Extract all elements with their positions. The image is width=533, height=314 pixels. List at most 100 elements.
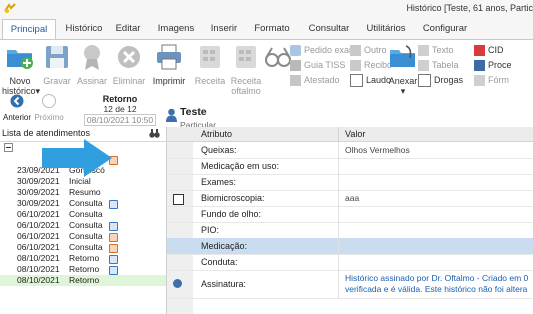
appointment-row[interactable]: 08/10/2021 Retorno <box>0 253 166 264</box>
flask-icon <box>290 45 301 57</box>
cid-button[interactable]: CID <box>474 44 504 57</box>
appointment-date: 30/09/2021 <box>17 176 60 186</box>
attribute-name: Fundo de olho: <box>201 209 262 219</box>
appointment-row[interactable]: 06/10/2021 Consulta <box>0 220 166 231</box>
delete-button[interactable]: Eliminar <box>110 42 148 92</box>
appointment-row[interactable]: 08/10/2021 Retorno <box>0 275 166 286</box>
attribute-name: PIO: <box>201 225 220 235</box>
tab-consultar[interactable]: Consultar <box>302 19 356 39</box>
attribute-row[interactable]: Assinatura: Histórico assinado por Dr. Of… <box>167 270 533 299</box>
drugs-button[interactable]: Drogas <box>418 74 464 88</box>
report-icon <box>350 74 363 88</box>
binoculars-icon[interactable] <box>149 128 160 139</box>
next-button[interactable]: Próximo <box>34 94 64 122</box>
appointment-row[interactable]: 30/09/2021 Consulta <box>0 198 166 209</box>
glasses-icon <box>265 47 291 67</box>
attribute-row[interactable]: Medicação: <box>167 238 533 255</box>
new-history-button[interactable]: Novo histórico▾ <box>2 42 40 96</box>
formula-button[interactable]: Fórm <box>474 74 509 87</box>
appointment-type: Consulta <box>69 231 103 241</box>
appointment-date: 30/09/2021 <box>17 198 60 208</box>
tab-principal[interactable]: Principal <box>2 19 56 40</box>
tree-collapse-icon[interactable] <box>4 143 13 152</box>
attribute-row[interactable]: Fundo de olho: <box>167 206 533 223</box>
save-icon <box>46 46 68 68</box>
certificate-label: Atestado <box>304 75 340 85</box>
text-button[interactable]: Texto <box>418 44 454 57</box>
attach-button[interactable]: Anexar ▾ <box>386 42 420 96</box>
tab-utilitarios[interactable]: Utilitários <box>358 19 414 39</box>
attribute-row[interactable]: Queixas: Olhos Vermelhos <box>167 142 533 159</box>
formula-icon <box>474 75 485 87</box>
ophtho-prescription-label-2: oftalmo <box>231 86 261 96</box>
prescription-label: Receita <box>194 76 226 86</box>
formula-label: Fórm <box>488 75 509 85</box>
tab-inserir[interactable]: Inserir <box>204 19 244 39</box>
certificate-button[interactable]: Atestado <box>290 74 340 87</box>
exam-request-button[interactable]: Pedido exam <box>290 44 357 57</box>
tiss-icon <box>290 60 301 72</box>
glasses-button[interactable] <box>265 42 291 78</box>
appointment-date: 06/10/2021 <box>17 220 60 230</box>
tab-configurar[interactable]: Configurar <box>416 19 474 39</box>
tiss-guide-label: Guia TISS <box>304 60 346 70</box>
report-button[interactable]: Laudo <box>350 74 391 88</box>
appointment-status-icon <box>109 200 118 209</box>
appointment-row[interactable]: 30/09/2021 Inicial <box>0 176 166 187</box>
record-timestamp: 08/10/2021 10:50 <box>83 114 157 126</box>
appointment-status-icon <box>109 244 118 253</box>
attribute-name: Biomicroscopia: <box>201 193 265 203</box>
appointment-row[interactable]: 06/10/2021 Consulta <box>0 209 166 220</box>
appointment-row[interactable]: 30/09/2021 Resumo <box>0 187 166 198</box>
appointment-row[interactable]: 08/10/2021 Retorno <box>0 264 166 275</box>
other-button[interactable]: Outro <box>350 44 387 57</box>
app-logo-icon <box>4 3 16 13</box>
attribute-value: Olhos Vermelhos <box>345 145 410 155</box>
appointment-row[interactable]: 06/10/2021 Consulta <box>0 242 166 253</box>
appointment-date: 06/10/2021 <box>17 209 60 219</box>
print-button[interactable]: Imprimir <box>148 42 190 92</box>
attribute-row[interactable]: Medicação em uso: <box>167 158 533 175</box>
tab-historico[interactable]: Histórico <box>58 19 110 39</box>
attributes-table-header: Atributo Valor <box>167 127 533 142</box>
procedure-button[interactable]: Proce <box>474 59 512 72</box>
previous-label: Anterior <box>2 113 31 122</box>
delete-label: Eliminar <box>112 76 146 86</box>
save-button[interactable]: Gravar <box>40 42 74 92</box>
attribute-row[interactable]: Biomicroscopia: aaa <box>167 190 533 207</box>
prescription-button[interactable]: Receita <box>192 42 228 92</box>
table-icon <box>418 60 429 72</box>
award-ribbon-icon <box>84 45 100 70</box>
previous-button[interactable]: Anterior <box>2 94 32 122</box>
tab-formato[interactable]: Formato <box>248 19 296 39</box>
attribute-row[interactable]: Exames: <box>167 174 533 191</box>
attribute-value: aaa <box>345 193 360 203</box>
prescription-grid-icon <box>200 46 220 68</box>
value-column-header: Valor <box>345 129 366 139</box>
appointment-row[interactable]: 06/10/2021 Consulta <box>0 231 166 242</box>
arrow-left-icon <box>10 94 24 108</box>
appointment-type: Inicial <box>69 176 91 186</box>
tiss-guide-button[interactable]: Guia TISS <box>290 59 345 72</box>
appointment-status-icon <box>109 233 118 242</box>
attribute-name: Medicação: <box>201 241 248 251</box>
attribute-value: Histórico assinado por Dr. Oftalmo - Cri… <box>345 273 529 283</box>
appointment-type: Retorno <box>69 264 100 274</box>
attribute-row[interactable]: Conduta: <box>167 254 533 271</box>
tab-imagens[interactable]: Imagens <box>152 19 200 39</box>
big-arrow-right-icon <box>42 139 112 177</box>
appointment-date: 08/10/2021 <box>17 275 60 285</box>
appointment-type: Consulta <box>69 242 103 252</box>
sign-button[interactable]: Assinar <box>74 42 110 92</box>
attribute-row[interactable]: PIO: <box>167 222 533 239</box>
procedure-label: Proce <box>488 60 512 70</box>
arrow-right-icon <box>42 94 56 108</box>
table-button[interactable]: Tabela <box>418 59 459 72</box>
document-icon <box>350 45 361 57</box>
drugs-label: Drogas <box>434 75 464 85</box>
record-position: 12 de 12 <box>103 104 137 114</box>
ophtho-prescription-button[interactable]: Receita oftalmo <box>228 42 264 96</box>
tab-editar[interactable]: Editar <box>110 19 146 39</box>
attach-label: Anexar ▾ <box>388 76 418 96</box>
other-label: Outro <box>364 45 387 55</box>
